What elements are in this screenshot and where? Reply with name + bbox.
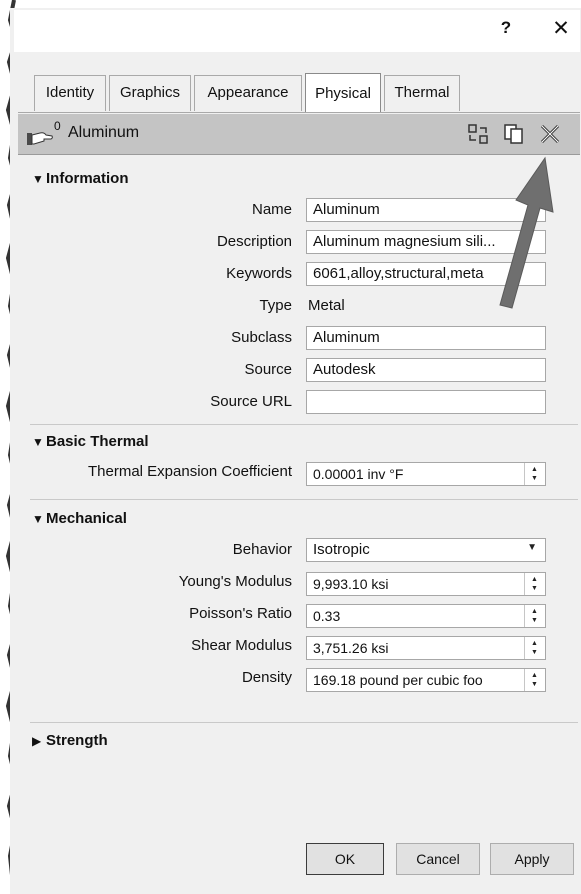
thermal-expansion-stepper[interactable]: 0.00001 inv °F ▲ ▼ [306,462,546,486]
name-label: Name [251,201,292,218]
hand-share-icon [27,132,53,145]
tab-physical[interactable]: Physical [305,73,381,113]
type-label: Type [259,297,292,314]
density-stepper[interactable]: 169.18 pound per cubic foo ▲ ▼ [306,668,546,692]
tab-divider [18,112,580,113]
expand-arrow-icon: ▶ [32,734,42,748]
apply-button[interactable]: Apply [490,843,574,875]
close-button[interactable]: ✕ [549,16,573,41]
section-mechanical[interactable]: ▼ Mechanical [32,510,127,527]
replace-asset-icon[interactable] [466,122,490,146]
shear-modulus-value: 3,751.26 ksi [313,640,389,656]
thermal-expansion-label: Thermal Expansion Coefficient [88,463,292,480]
subclass-field[interactable]: Aluminum [306,326,546,350]
youngs-modulus-label: Young's Modulus [178,573,292,590]
ok-button[interactable]: OK [306,843,384,875]
section-divider [30,722,578,723]
spin-buttons[interactable]: ▲ ▼ [524,573,545,595]
help-button[interactable]: ? [496,18,516,38]
shear-modulus-label: Shear Modulus [191,637,292,654]
thermal-expansion-value: 0.00001 inv °F [313,466,404,482]
tab-thermal[interactable]: Thermal [384,75,460,111]
collapse-arrow-icon: ▼ [32,512,44,526]
source-label: Source [244,361,292,378]
source-url-label: Source URL [210,393,292,410]
collapse-arrow-icon: ▼ [32,172,44,186]
source-field[interactable]: Autodesk [306,358,546,382]
keywords-label: Keywords [226,265,292,282]
spin-buttons[interactable]: ▲ ▼ [524,669,545,691]
poissons-ratio-value: 0.33 [313,608,341,624]
spin-buttons[interactable]: ▲ ▼ [524,637,545,659]
density-label: Density [241,669,292,686]
poissons-ratio-label: Poisson's Ratio [189,605,292,622]
spin-buttons[interactable]: ▲ ▼ [524,463,545,485]
spin-buttons[interactable]: ▲ ▼ [524,605,545,627]
tab-appearance[interactable]: Appearance [194,75,302,111]
subclass-label: Subclass [231,329,292,346]
description-label: Description [216,233,292,250]
cancel-button[interactable]: Cancel [396,843,480,875]
poissons-ratio-stepper[interactable]: 0.33 ▲ ▼ [306,604,546,628]
shear-modulus-stepper[interactable]: 3,751.26 ksi ▲ ▼ [306,636,546,660]
collapse-arrow-icon: ▼ [32,435,44,449]
behavior-select[interactable]: Isotropic ▼ [306,538,546,562]
asset-usage-count: 0 [54,119,61,133]
properties-panel: ▼ Information Name Aluminum Description A… [18,155,580,827]
material-name-label: Aluminum [68,124,140,141]
dialog-titlebar: ? ✕ [14,10,580,52]
duplicate-asset-icon[interactable] [502,122,526,146]
remove-asset-icon[interactable] [538,122,562,146]
section-basic-thermal[interactable]: ▼ Basic Thermal [32,433,149,450]
chevron-down-icon: ▼ [527,542,537,553]
source-url-field[interactable] [306,390,546,414]
tab-graphics[interactable]: Graphics [109,75,191,111]
section-strength[interactable]: ▶ Strength [32,732,108,749]
behavior-label: Behavior [232,541,292,558]
description-field[interactable]: Aluminum magnesium sili... [306,230,546,254]
behavior-value: Isotropic [313,541,370,558]
type-value: Metal [308,297,345,314]
tab-identity[interactable]: Identity [34,75,106,111]
dialog-footer: OK Cancel Apply [18,827,580,894]
name-field[interactable]: Aluminum [306,198,546,222]
youngs-modulus-value: 9,993.10 ksi [313,576,389,592]
section-divider [30,499,578,500]
density-value: 169.18 pound per cubic foo [313,672,483,688]
section-divider [30,424,578,425]
material-header-bar: 0 Aluminum [18,114,580,155]
keywords-field[interactable]: 6061,alloy,structural,meta [306,262,546,286]
youngs-modulus-stepper[interactable]: 9,993.10 ksi ▲ ▼ [306,572,546,596]
section-information[interactable]: ▼ Information [32,170,129,187]
